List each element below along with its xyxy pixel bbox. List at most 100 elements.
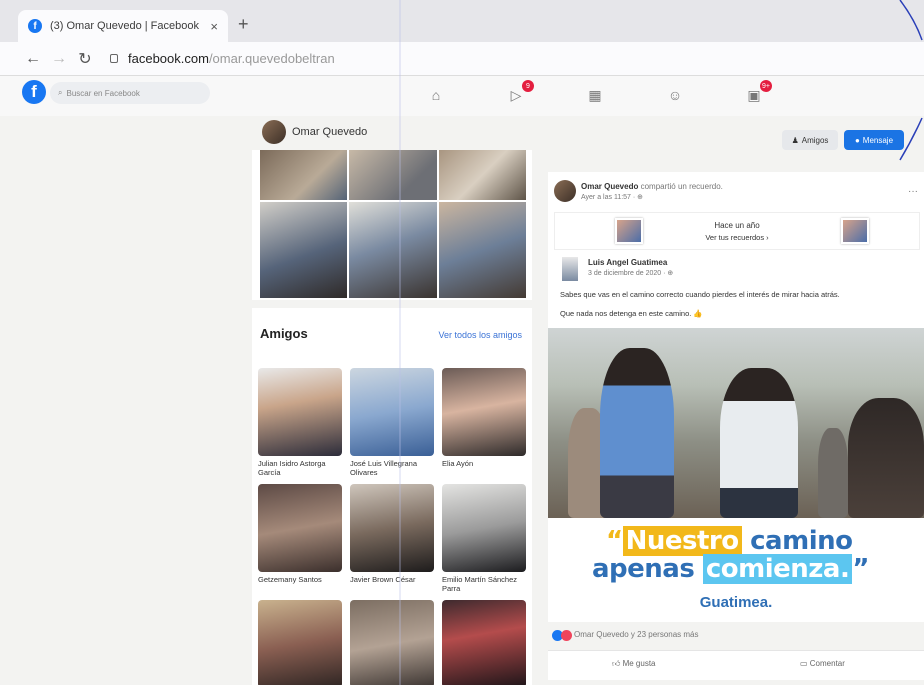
photo-figure (848, 398, 924, 518)
address-bar: ← → ↻ facebook.com/omar.quevedobeltran (0, 42, 924, 76)
friend-name[interactable]: Julian Isidro Astorga García (258, 459, 342, 477)
post-timestamp[interactable]: Ayer a las 11:57 · ⊕ (581, 193, 643, 201)
friends-button[interactable]: ♟ Amigos (782, 130, 838, 150)
friend-tile[interactable]: Javier Brown César (350, 484, 434, 584)
post-action: compartió un recuerdo. (640, 182, 723, 191)
home-icon[interactable]: ⌂ (426, 86, 446, 104)
photo-figure (818, 428, 848, 518)
friends-title: Amigos (260, 326, 308, 341)
photo-thumbnail[interactable] (349, 150, 437, 200)
banner-text: camino (741, 526, 853, 556)
photo-thumbnail[interactable] (438, 150, 526, 200)
memory-post: Omar Quevedo compartió un recuerdo. Ayer… (548, 172, 924, 622)
quote-mark: ” (852, 554, 869, 584)
marketplace-icon[interactable]: ▦ (585, 86, 605, 104)
facebook-search-input[interactable]: ⌕ Buscar en Facebook (50, 82, 210, 104)
more-options-icon[interactable]: ··· (908, 186, 918, 197)
facebook-navbar: f ⌕ Buscar en Facebook ⌂ ▷ 9 ▦ ☺ ▣ 9+ (0, 76, 924, 116)
url-domain: facebook.com (128, 51, 209, 66)
post-text-line: Que nada nos detenga en este camino. 👍 (560, 309, 703, 318)
search-icon: ⌕ (58, 88, 63, 97)
friend-photo[interactable] (350, 600, 434, 685)
friend-tile[interactable] (350, 600, 434, 685)
photo-thumbnail[interactable] (438, 202, 526, 298)
reload-icon[interactable]: ↻ (72, 49, 98, 69)
friend-tile[interactable] (442, 600, 526, 685)
reactions-count[interactable]: Omar Quevedo y 23 personas más (574, 630, 699, 639)
friend-photo[interactable] (258, 600, 342, 685)
friend-photo[interactable] (442, 484, 526, 572)
like-label: Me gusta (622, 659, 656, 668)
post-photo[interactable] (548, 328, 924, 518)
friend-tile[interactable]: Julian Isidro Astorga García (258, 368, 342, 477)
friend-tile[interactable]: Emilio Martín Sánchez Parra (442, 484, 526, 593)
profile-avatar[interactable] (262, 120, 286, 144)
friend-name[interactable]: José Luis Villegrana Olivares (350, 459, 434, 477)
gaming-icon[interactable]: ▣ 9+ (744, 80, 772, 104)
banner-highlight: comienza. (702, 554, 853, 584)
banner-line-1: “Nuestro camino (606, 526, 853, 556)
post-actions: 👍︎ Me gusta ▭ Comentar (548, 650, 924, 680)
facebook-logo-icon[interactable]: f (22, 80, 46, 104)
friend-photo[interactable] (350, 368, 434, 456)
comment-label: Comentar (809, 659, 845, 668)
friends-button-label: Amigos (801, 135, 829, 145)
friend-tile[interactable]: José Luis Villegrana Olivares (350, 368, 434, 477)
friend-name[interactable]: Javier Brown César (350, 575, 434, 584)
reactions-bar[interactable]: Omar Quevedo y 23 personas más (548, 624, 924, 648)
friend-name[interactable]: Elia Ayón (442, 459, 526, 468)
photo-thumbnail[interactable] (349, 202, 437, 298)
notifications-badge: 9+ (760, 80, 772, 92)
message-button-label: Mensaje (862, 135, 894, 145)
shared-author-name[interactable]: Luis Angel Guatimea (588, 258, 667, 267)
friend-photo[interactable] (258, 484, 342, 572)
post-text-line: Sabes que vas en el camino correcto cuan… (560, 290, 840, 299)
friend-photo[interactable] (350, 484, 434, 572)
friend-tile[interactable]: Elia Ayón (442, 368, 526, 468)
friend-photo[interactable] (442, 368, 526, 456)
profile-name[interactable]: Omar Quevedo (292, 126, 367, 138)
messenger-icon: ● (854, 135, 860, 145)
facebook-favicon-icon: f (28, 19, 42, 33)
new-tab-button[interactable]: + (238, 14, 249, 35)
person-icon: ♟ (791, 135, 799, 145)
photo-figure (720, 368, 798, 518)
see-all-friends-link[interactable]: Ver todos los amigos (438, 330, 522, 340)
photo-thumbnail[interactable] (260, 202, 348, 298)
photo-figure (600, 348, 674, 518)
browser-tab[interactable]: f (3) Omar Quevedo | Facebook × (18, 10, 228, 42)
back-icon[interactable]: ← (20, 50, 46, 68)
memory-header: Hace un año Ver tus recuerdos › (554, 212, 920, 250)
friend-tile[interactable] (258, 600, 342, 685)
comment-button[interactable]: ▭ Comentar (800, 659, 845, 668)
friend-photo[interactable] (442, 600, 526, 685)
like-button[interactable]: 👍︎ Me gusta (612, 659, 656, 669)
message-button[interactable]: ● Mensaje (844, 130, 904, 150)
post-author-name[interactable]: Omar Quevedo (581, 182, 638, 191)
shared-timestamp[interactable]: 3 de diciembre de 2020 · ⊕ (588, 269, 673, 277)
tab-title: (3) Omar Quevedo | Facebook (50, 20, 199, 32)
groups-icon[interactable]: ☺ (665, 86, 685, 104)
browser-tabbar: f (3) Omar Quevedo | Facebook × + (0, 0, 924, 42)
friends-card: Amigos Ver todos los amigos Julian Isidr… (252, 308, 532, 685)
quote-mark: “ (606, 526, 623, 556)
friend-name[interactable]: Emilio Martín Sánchez Parra (442, 575, 526, 593)
friend-tile[interactable]: Getzemany Santos (258, 484, 342, 584)
shared-author-avatar[interactable] (562, 257, 578, 281)
post-author-line: Omar Quevedo compartió un recuerdo. (581, 182, 723, 191)
lock-icon (110, 54, 118, 63)
url-field[interactable]: facebook.com/omar.quevedobeltran (110, 51, 335, 66)
banner-highlight: Nuestro (622, 526, 742, 556)
love-reaction-icon (561, 630, 572, 641)
friend-photo[interactable] (258, 368, 342, 456)
search-placeholder: Buscar en Facebook (66, 88, 140, 98)
tab-close-icon[interactable]: × (210, 19, 218, 34)
friend-name[interactable]: Getzemany Santos (258, 575, 342, 584)
watch-badge: 9 (522, 80, 534, 92)
watch-icon[interactable]: ▷ 9 (506, 80, 534, 104)
comment-icon: ▭ (800, 659, 810, 668)
photo-thumbnail[interactable] (260, 150, 348, 200)
campaign-banner: “Nuestro camino apenas comienza.” Guatim… (548, 518, 924, 622)
post-author-avatar[interactable] (554, 180, 576, 202)
forward-icon[interactable]: → (46, 50, 72, 68)
